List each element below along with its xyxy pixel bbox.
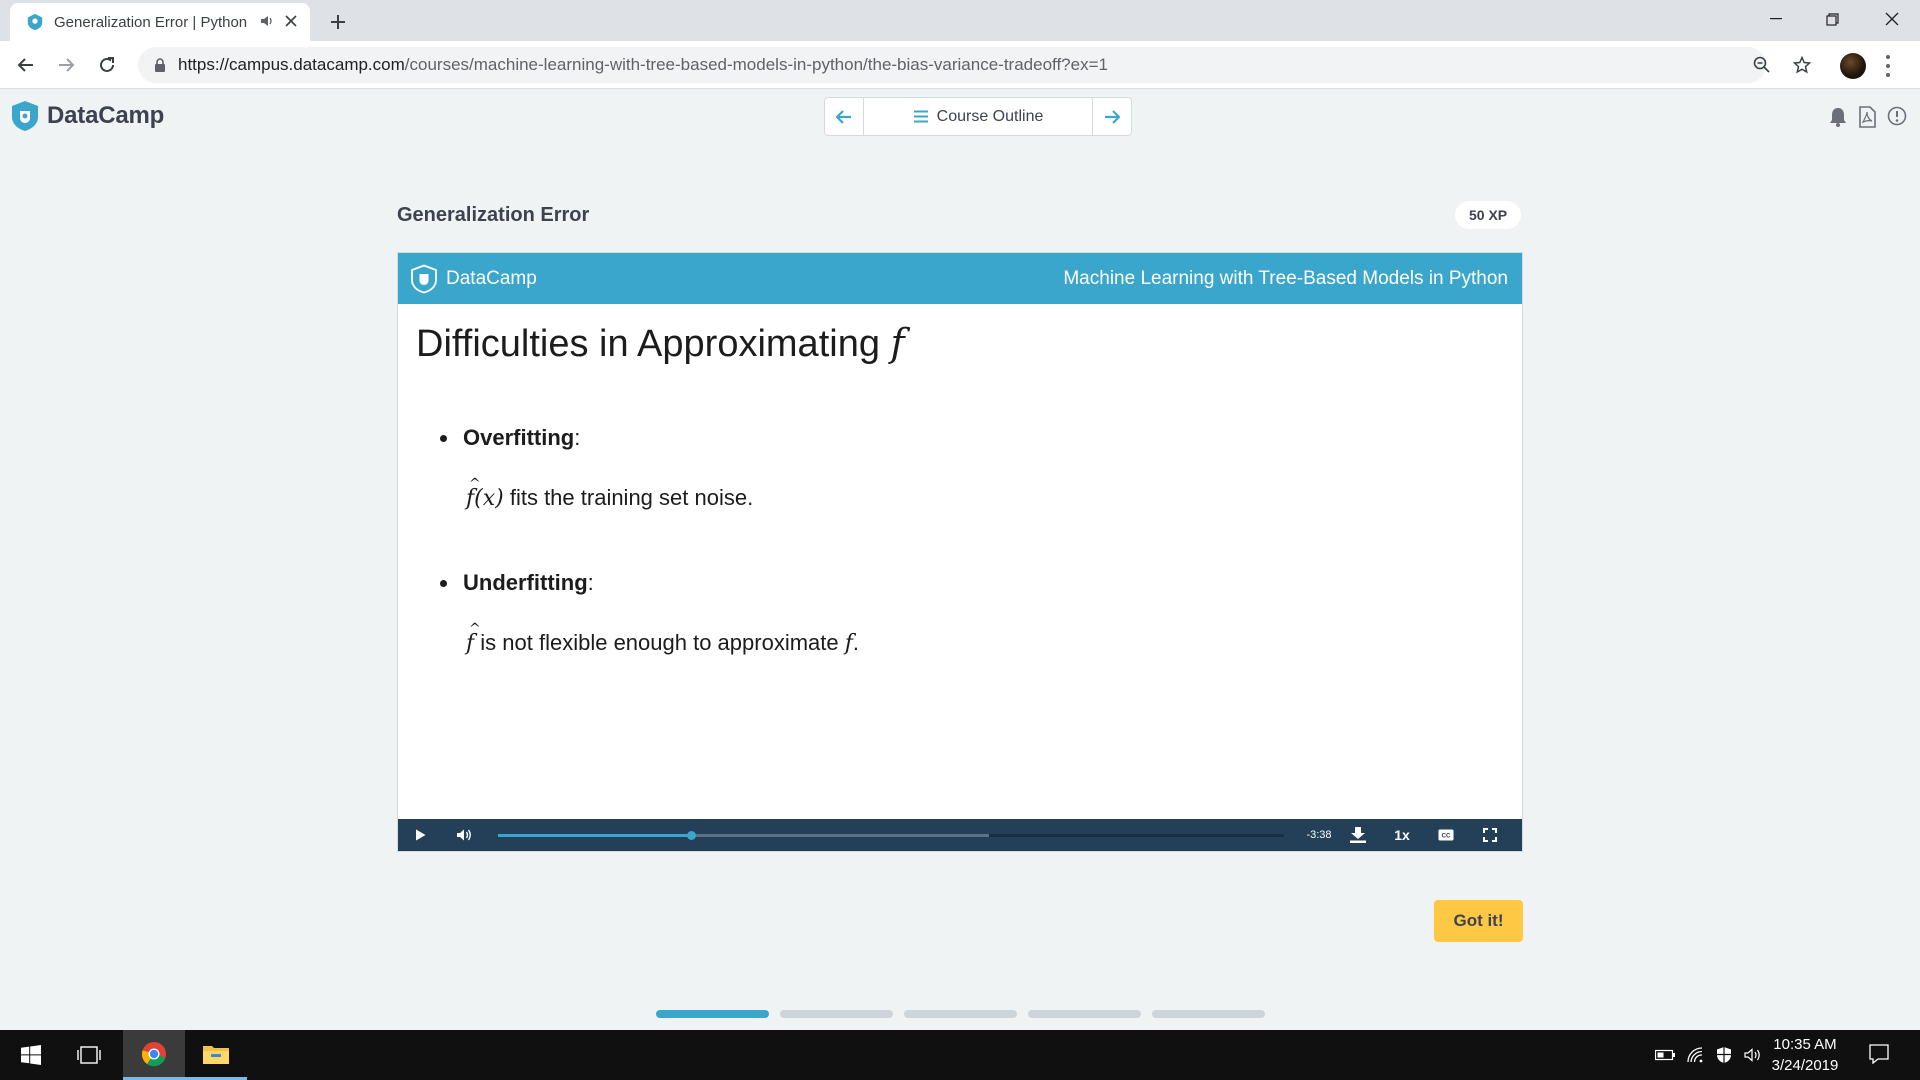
- volume-icon[interactable]: [442, 819, 486, 851]
- plus-icon[interactable]: [323, 6, 353, 36]
- got-it-button[interactable]: Got it!: [1434, 900, 1523, 942]
- datacamp-shield-icon: [12, 101, 38, 131]
- bullet-colon: :: [587, 570, 594, 595]
- progress-segment: [780, 1010, 893, 1018]
- slide-heading-text: Difficulties in Approximating: [416, 323, 880, 365]
- close-icon[interactable]: [282, 12, 300, 32]
- video-slide[interactable]: DataCamp Machine Learning with Tree-Base…: [397, 252, 1523, 852]
- shield-icon[interactable]: [1713, 1045, 1735, 1065]
- left-arrow-icon[interactable]: [825, 98, 863, 135]
- chrome-icon[interactable]: [123, 1030, 185, 1080]
- datacamp-favicon: [27, 13, 43, 31]
- slide-heading: Difficulties in Approximating f: [416, 321, 905, 366]
- windows-start-icon[interactable]: [0, 1030, 62, 1080]
- browser-tab[interactable]: Generalization Error | Python: [10, 3, 310, 41]
- battery-icon[interactable]: [1654, 1045, 1676, 1065]
- lock-icon: [155, 58, 165, 72]
- captions-icon[interactable]: CC: [1424, 819, 1468, 851]
- address-bar[interactable]: https://campus.datacamp.com/courses/mach…: [138, 47, 1766, 83]
- url-host: https://campus.datacamp.com: [178, 55, 405, 74]
- star-icon[interactable]: [1788, 51, 1816, 79]
- bullet-math-2: f: [844, 631, 853, 656]
- course-navigation: Course Outline: [824, 97, 1132, 136]
- right-arrow-icon[interactable]: [1093, 98, 1131, 135]
- bullet-detail: f(x) fits the training set noise.: [466, 476, 754, 511]
- back-arrow-icon[interactable]: [12, 51, 40, 79]
- fullscreen-icon[interactable]: [1468, 819, 1512, 851]
- restore-icon[interactable]: [1804, 0, 1860, 38]
- scrubber-handle[interactable]: [686, 830, 696, 840]
- browser-tabstrip: Generalization Error | Python: [0, 0, 1920, 41]
- hamburger-icon: [913, 110, 928, 123]
- clock-time: 10:35 AM: [1773, 1036, 1837, 1053]
- slide-brand-name: DataCamp: [446, 267, 537, 289]
- brand-name: DataCamp: [47, 102, 165, 129]
- play-icon[interactable]: [398, 819, 442, 851]
- bullet-colon: :: [574, 425, 581, 450]
- forward-arrow-icon[interactable]: [52, 51, 80, 79]
- exercise-title: Generalization Error: [397, 204, 590, 226]
- svg-text:CC: CC: [1442, 834, 1451, 840]
- progress-segment: [1152, 1010, 1265, 1018]
- slide-brand: DataCamp: [410, 264, 537, 294]
- avatar[interactable]: [1840, 53, 1866, 79]
- bullet-term: Underfitting: [463, 570, 588, 595]
- bullet-detail: f is not flexible enough to approximate …: [466, 621, 860, 656]
- bullet-text: is not flexible enough to approximate: [480, 630, 839, 655]
- reload-icon[interactable]: [93, 51, 121, 79]
- video-progress-track[interactable]: [498, 830, 1284, 840]
- close-window-icon[interactable]: [1864, 0, 1920, 38]
- bullet-term: Overfitting: [463, 425, 575, 450]
- bell-icon[interactable]: [1828, 106, 1850, 128]
- datacamp-logo[interactable]: DataCamp: [10, 100, 164, 132]
- taskbar-clock[interactable]: 10:35 AM 3/24/2019: [1760, 1034, 1850, 1076]
- course-outline-button[interactable]: Course Outline: [863, 98, 1093, 135]
- course-outline-label: Course Outline: [936, 107, 1044, 125]
- bullet-end: .: [852, 630, 860, 655]
- list-item: Overfitting:: [440, 425, 580, 451]
- info-icon[interactable]: [1887, 106, 1909, 128]
- clock-date: 3/24/2019: [1771, 1057, 1839, 1074]
- xp-badge: 50 XP: [1455, 201, 1522, 229]
- slide-header: DataCamp Machine Learning with Tree-Base…: [398, 253, 1522, 304]
- bullet-math: f: [466, 621, 481, 656]
- wifi-icon[interactable]: [1684, 1045, 1706, 1065]
- played-bar: [498, 833, 691, 837]
- bullet-dot: [440, 579, 447, 587]
- list-item: Underfitting:: [440, 570, 594, 596]
- task-view-icon[interactable]: [58, 1030, 120, 1080]
- bullet-text: fits the training set noise.: [509, 485, 754, 510]
- exercise-progress: [656, 1010, 1265, 1018]
- tab-title: Generalization Error | Python: [54, 13, 248, 31]
- browser-toolbar: https://campus.datacamp.com/courses/mach…: [0, 41, 1920, 89]
- zoom-icon[interactable]: [1748, 51, 1776, 79]
- minimize-icon[interactable]: [1748, 0, 1804, 38]
- slide-heading-math: f: [890, 321, 905, 365]
- notification-icon[interactable]: [1868, 1044, 1890, 1064]
- url-path: /courses/machine-learning-with-tree-base…: [404, 55, 1108, 74]
- url-text: https://campus.datacamp.com/courses/mach…: [178, 55, 1108, 75]
- slide-course-title: Machine Learning with Tree-Based Models …: [1063, 267, 1508, 289]
- bullet-dot: [440, 434, 447, 442]
- datacamp-shield-icon: [411, 264, 437, 293]
- speed-button[interactable]: 1x: [1380, 819, 1424, 851]
- speaker-icon[interactable]: [260, 15, 274, 30]
- pdf-icon[interactable]: [1858, 106, 1880, 128]
- file-explorer-icon[interactable]: [185, 1030, 247, 1080]
- progress-segment: [1028, 1010, 1141, 1018]
- video-player-controls: -3:38 1x CC: [398, 819, 1522, 851]
- kebab-menu-icon[interactable]: [1882, 53, 1894, 79]
- progress-segment: [656, 1010, 769, 1018]
- time-remaining: -3:38: [1306, 829, 1332, 841]
- windows-taskbar: 10:35 AM 3/24/2019: [0, 1030, 1920, 1080]
- bullet-math: f(x): [466, 476, 504, 511]
- progress-segment: [904, 1010, 1017, 1018]
- download-icon[interactable]: [1336, 819, 1380, 851]
